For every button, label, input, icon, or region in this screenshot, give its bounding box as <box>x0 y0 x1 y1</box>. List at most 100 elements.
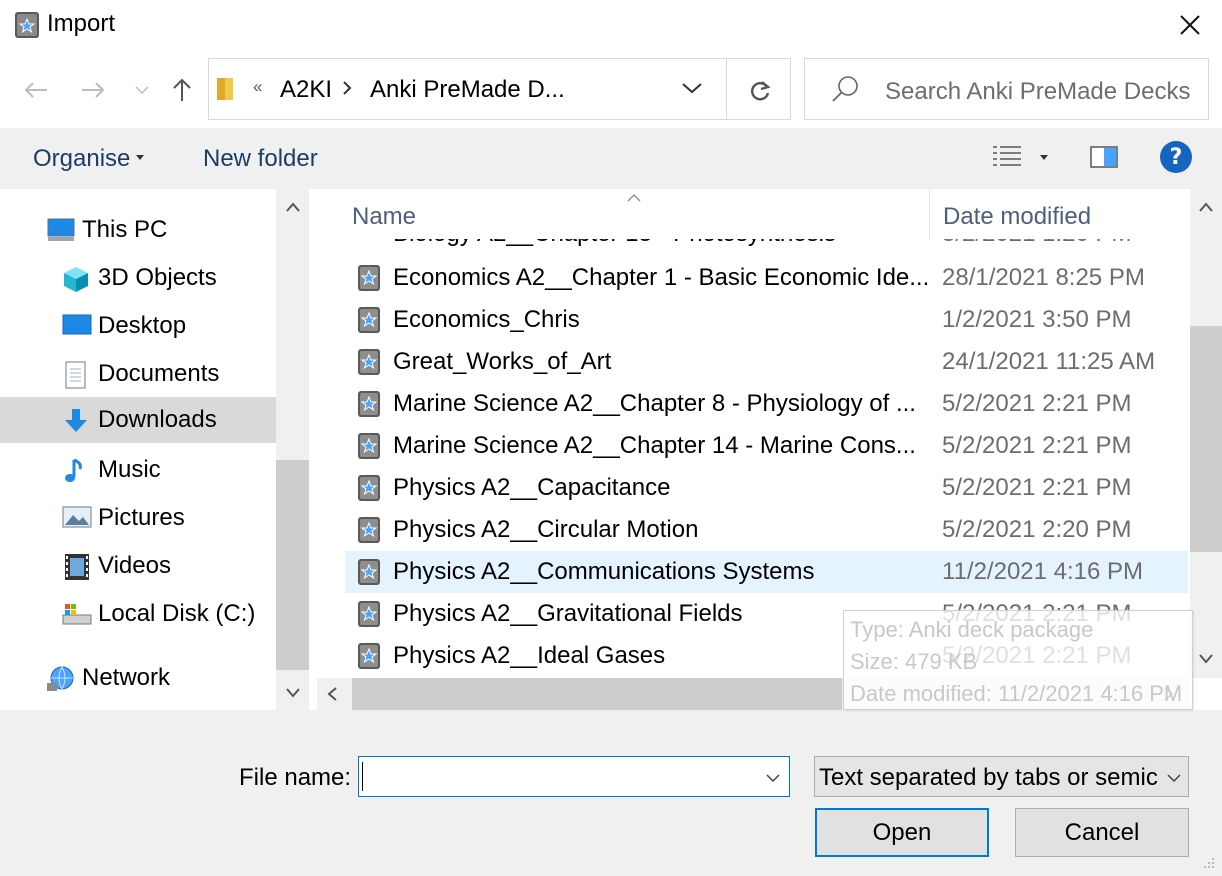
breadcrumb-separator-icon[interactable] <box>340 78 354 103</box>
change-view-button[interactable] <box>992 144 1022 175</box>
nav-scroll-up-button[interactable] <box>285 200 301 218</box>
chevron-down-icon <box>286 688 300 698</box>
arrow-left-icon <box>24 82 47 98</box>
preview-pane-icon <box>1090 146 1118 168</box>
organise-button[interactable]: Organise <box>33 145 130 173</box>
chevron-down-icon <box>135 86 149 95</box>
chevron-down-icon <box>766 774 780 783</box>
file-row[interactable]: Physics A2__Communications Systems 11/2/2… <box>345 551 1188 593</box>
nav-label: Pictures <box>98 504 185 531</box>
file-date: 24/1/2021 11:25 AM <box>942 348 1156 375</box>
file-row[interactable]: Great_Works_of_Art 24/1/2021 11:25 AM <box>345 341 1188 383</box>
search-icon <box>830 74 860 109</box>
breadcrumb-anki-premade[interactable]: Anki PreMade D... <box>370 76 565 104</box>
anki-deck-file-icon <box>357 264 381 292</box>
documents-icon <box>62 361 90 389</box>
file-list-scroll-up-button[interactable] <box>1198 200 1214 218</box>
computer-icon <box>46 217 75 243</box>
nav-scrollbar-thumb[interactable] <box>276 460 309 670</box>
open-button[interactable]: Open <box>815 808 989 857</box>
file-name: Marine Science A2__Chapter 14 - Marine C… <box>393 432 916 459</box>
nav-label: Desktop <box>98 312 187 339</box>
file-name-label: File name: <box>239 764 352 791</box>
nav-item-3d-objects[interactable]: 3D Objects <box>0 255 276 301</box>
nav-item-videos[interactable]: Videos <box>0 543 276 589</box>
close-icon <box>1180 15 1200 35</box>
file-name-input[interactable] <box>358 756 790 797</box>
new-folder-button[interactable]: New folder <box>203 145 318 173</box>
nav-item-desktop[interactable]: Desktop <box>0 303 276 349</box>
file-row[interactable]: Marine Science A2__Chapter 14 - Marine C… <box>345 425 1188 467</box>
column-header-date[interactable]: Date modified <box>943 203 1091 231</box>
file-name: Economics_Chris <box>393 306 580 333</box>
download-icon <box>62 407 90 433</box>
arrow-up-icon <box>173 78 191 101</box>
breadcrumb-a2ki[interactable]: A2KI <box>280 76 332 104</box>
search-input[interactable]: Search Anki PreMade Decks <box>885 78 1190 106</box>
column-divider[interactable] <box>929 189 930 239</box>
file-name: Physics A2__Communications Systems <box>393 558 815 585</box>
file-row[interactable]: Marine Science A2__Chapter 8 - Physiolog… <box>345 383 1188 425</box>
nav-label: Music <box>98 456 161 483</box>
address-dropdown-button[interactable] <box>680 80 704 101</box>
nav-label: Downloads <box>98 406 217 433</box>
file-row[interactable]: Physics A2__Capacitance 5/2/2021 2:21 PM <box>345 467 1188 509</box>
file-list-horizontal-thumb[interactable] <box>352 678 842 710</box>
chevron-up-icon <box>286 202 300 212</box>
forward-button[interactable] <box>75 72 111 108</box>
anki-deck-file-icon <box>357 600 381 628</box>
anki-deck-file-icon <box>357 390 381 418</box>
file-list-scroll-down-button[interactable] <box>1198 652 1214 670</box>
file-row[interactable]: Economics A2__Chapter 1 - Basic Economic… <box>345 257 1188 299</box>
anki-app-icon <box>14 11 40 39</box>
nav-item-documents[interactable]: Documents <box>0 351 276 397</box>
column-header-name[interactable]: Name <box>352 203 416 231</box>
nav-item-this-pc[interactable]: This PC <box>0 207 276 253</box>
nav-item-network[interactable]: Network <box>0 655 276 701</box>
up-button[interactable] <box>164 72 200 108</box>
navigation-pane: This PC 3D Objects Desktop Documents Dow… <box>0 189 276 710</box>
refresh-icon <box>751 81 771 101</box>
nav-item-pictures[interactable]: Pictures <box>0 495 276 541</box>
file-date: 5/2/2021 2:20 PM <box>942 516 1132 543</box>
chevron-down-icon <box>1166 770 1182 788</box>
nav-item-music[interactable]: Music <box>0 447 276 493</box>
file-row[interactable]: Physics A2__Circular Motion 5/2/2021 2:20… <box>345 509 1188 551</box>
file-row[interactable]: Economics_Chris 1/2/2021 3:50 PM <box>345 299 1188 341</box>
nav-item-downloads[interactable]: Downloads <box>0 397 276 443</box>
file-list-scroll-left-button[interactable] <box>326 686 338 707</box>
file-list-vertical-thumb[interactable] <box>1190 326 1222 552</box>
file-date: 11/2/2021 4:16 PM <box>942 558 1144 585</box>
videos-icon <box>64 553 92 580</box>
refresh-button[interactable] <box>740 74 780 108</box>
address-overflow[interactable]: « <box>253 77 262 97</box>
resize-grip-icon[interactable] <box>1200 854 1216 875</box>
anki-deck-file-icon <box>357 642 381 670</box>
nav-item-local-disk[interactable]: Local Disk (C:) <box>0 591 276 637</box>
cancel-button[interactable]: Cancel <box>1015 808 1189 857</box>
close-button[interactable] <box>1162 2 1218 48</box>
nav-scroll-down-button[interactable] <box>285 686 301 704</box>
file-date: 28/1/2021 8:25 PM <box>942 264 1145 291</box>
file-type-value: Text separated by tabs or semic <box>819 764 1158 791</box>
anki-deck-file-icon <box>357 558 381 586</box>
desktop-icon <box>62 313 92 339</box>
recent-locations-button[interactable] <box>124 72 160 108</box>
chevron-down-icon <box>1199 654 1213 664</box>
nav-label: This PC <box>82 216 168 243</box>
nav-label: Videos <box>98 552 171 579</box>
chevron-down-icon <box>682 83 702 94</box>
disk-icon <box>62 601 92 627</box>
nav-label: Network <box>82 664 171 691</box>
anki-deck-file-icon <box>357 474 381 502</box>
file-name-dropdown-button[interactable] <box>765 770 781 788</box>
file-date: 5/2/2021 2:21 PM <box>942 390 1132 417</box>
help-button[interactable]: ? <box>1160 141 1192 173</box>
cube-icon <box>62 265 90 292</box>
pane-splitter[interactable] <box>309 189 317 710</box>
caret-down-icon[interactable] <box>1040 155 1048 160</box>
file-name: Physics A2__Circular Motion <box>393 516 699 543</box>
caret-down-icon <box>136 155 144 160</box>
back-button[interactable] <box>18 72 54 108</box>
preview-pane-button[interactable] <box>1090 146 1118 173</box>
